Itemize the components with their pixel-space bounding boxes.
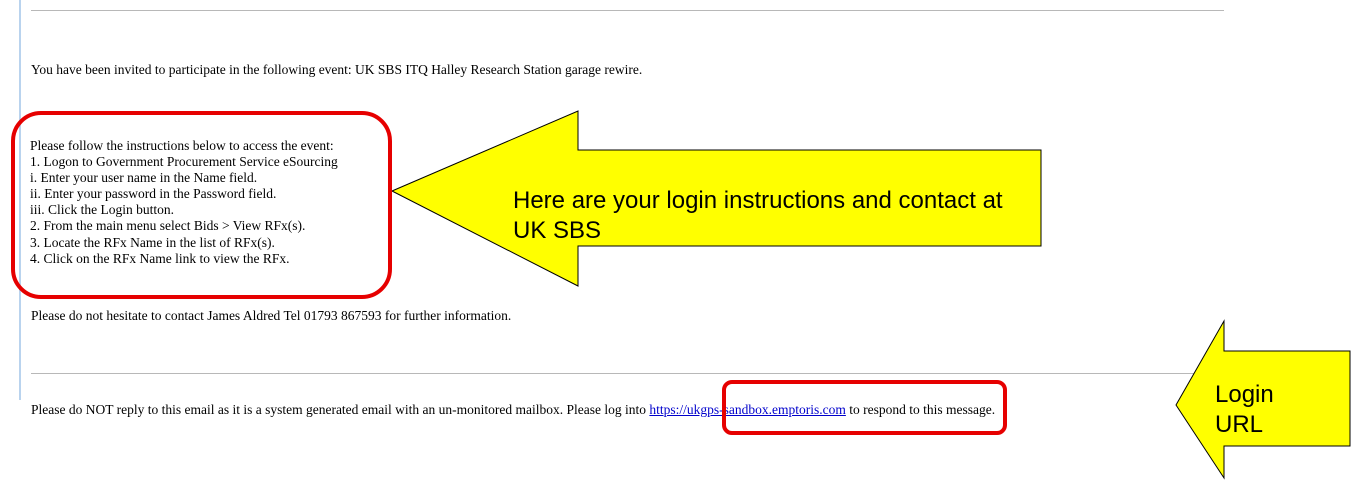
instructions-highlight-box bbox=[11, 111, 392, 299]
url-highlight-box bbox=[722, 380, 1007, 435]
main-callout-text: Here are your login instructions and con… bbox=[513, 187, 1003, 244]
url-callout-text: Login URL bbox=[1215, 381, 1274, 438]
